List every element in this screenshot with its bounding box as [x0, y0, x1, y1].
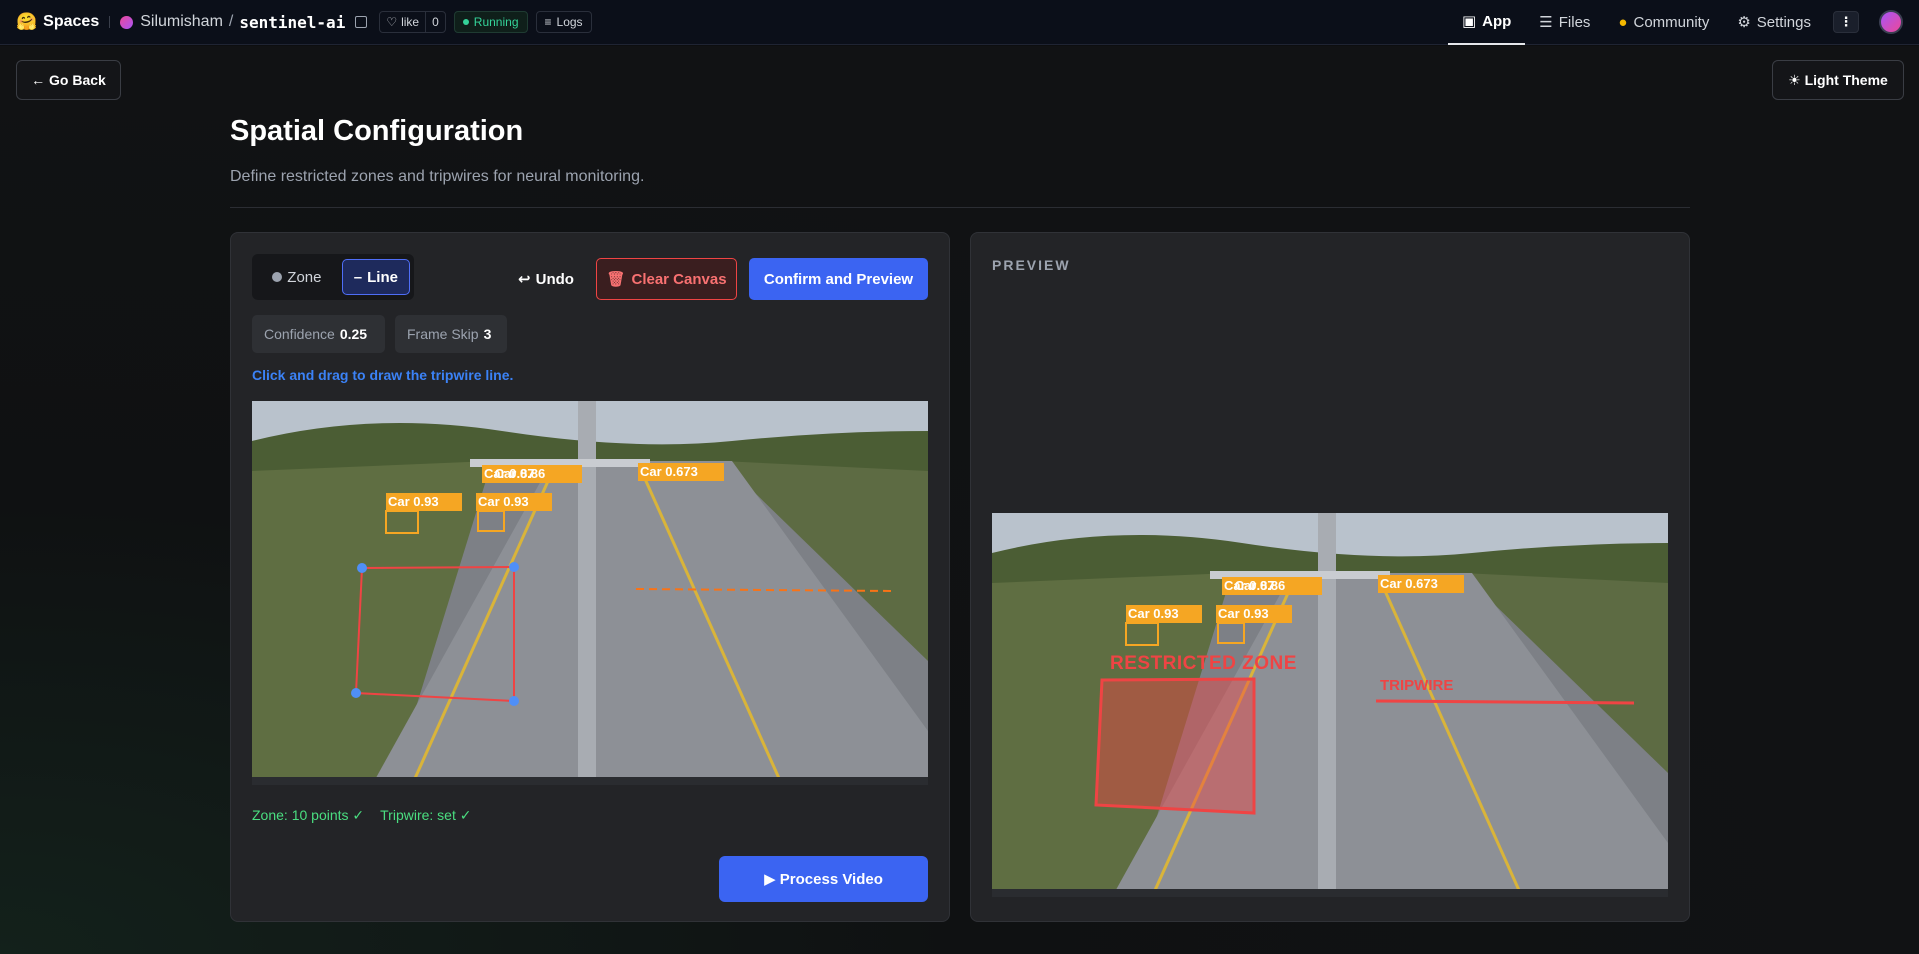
line-mode-button[interactable]: – Line	[341, 259, 410, 295]
detection-label: Car 0.673	[1380, 576, 1438, 591]
tripwire-status: Tripwire: set ✓	[380, 807, 472, 823]
tripwire-label: TRIPWIRE	[1380, 677, 1454, 694]
undo-label: Undo	[535, 270, 574, 288]
like-label: like	[401, 15, 420, 29]
top-navbar: 🤗 Spaces Silumisham / sentinel-ai ♡ like …	[0, 0, 1919, 45]
zone-mode-label: Zone	[287, 268, 322, 286]
highway-frame	[992, 513, 1668, 897]
running-status-badge[interactable]: Running	[453, 11, 528, 33]
tab-app[interactable]: ▣ App	[1447, 0, 1526, 45]
tab-files-label: Files	[1558, 13, 1591, 31]
files-icon: ☰	[1539, 14, 1553, 31]
confidence-label: Confidence	[264, 326, 335, 342]
confidence-chip[interactable]: Confidence 0.25	[252, 315, 385, 353]
detection-label: Car 0.93	[1218, 606, 1269, 621]
divider	[230, 207, 1690, 208]
repo-link[interactable]: sentinel-ai	[239, 13, 345, 32]
preview-frame: Car 0.93 Car 0.93 Car 0.87Car 0.86 Car 0…	[992, 513, 1668, 897]
frame-skip-chip[interactable]: Frame Skip 3	[395, 315, 507, 353]
drawing-canvas[interactable]: Car 0.93 Car 0.93 Car 0.87Car 0.86 Car 0…	[252, 401, 928, 785]
logs-icon: ≡	[544, 15, 552, 29]
zone-status: Zone: 10 points ✓	[252, 807, 365, 823]
owner-avatar	[120, 15, 134, 29]
tripwire-line[interactable]	[635, 588, 895, 592]
detection-label: Car 0.93	[478, 494, 529, 509]
configuration-panel: Zone – Line ↩ Undo 🗑 Clear Canvas Confir…	[230, 232, 950, 922]
tab-settings[interactable]: ⚙ Settings	[1723, 0, 1825, 45]
heart-icon: ♡	[386, 15, 398, 29]
tab-app-label: App	[1482, 12, 1512, 30]
line-icon: –	[353, 268, 363, 286]
undo-icon: ↩	[518, 271, 531, 288]
tab-files[interactable]: ☰ Files	[1525, 0, 1604, 45]
frame-skip-value: 3	[483, 326, 492, 342]
repo-path: Silumisham / sentinel-ai	[120, 13, 368, 32]
undo-button[interactable]: ↩ Undo	[501, 259, 591, 299]
detection-label: Car 0.673	[640, 464, 698, 479]
path-separator: /	[228, 13, 234, 30]
tripwire-overlay	[1375, 699, 1635, 705]
restricted-zone-label: RESTRICTED ZONE	[1110, 653, 1297, 674]
cube-icon: ▣	[1461, 13, 1477, 30]
copy-icon[interactable]	[355, 16, 368, 28]
confidence-value: 0.25	[339, 326, 368, 342]
status-dot-icon	[462, 19, 469, 25]
tab-community-label: Community	[1633, 13, 1710, 31]
community-icon: ●	[1618, 13, 1628, 31]
detection-label: Car 0.87Car 0.86	[1224, 578, 1286, 593]
hexagon-icon	[272, 272, 283, 282]
detection-label: Car 0.87Car 0.86	[484, 466, 546, 481]
detection-label: Car 0.93	[388, 494, 439, 509]
canvas-overlay	[351, 463, 895, 706]
page-title: Spatial Configuration	[230, 115, 524, 147]
light-theme-button[interactable]: ☀ Light Theme	[1772, 60, 1904, 100]
go-back-button[interactable]: ← Go Back	[16, 60, 121, 100]
process-video-button[interactable]: ▶ Process Video	[719, 856, 928, 902]
drawing-hint: Click and drag to draw the tripwire line…	[252, 367, 514, 383]
like-count: 0	[432, 15, 439, 29]
owner-link[interactable]: Silumisham	[140, 13, 223, 31]
zone-mode-button[interactable]: Zone	[256, 259, 338, 295]
status-label: Running	[473, 15, 519, 29]
preview-heading: PREVIEW	[992, 257, 1071, 273]
space-tabs: ▣ App ☰ Files ● Community ⚙ Settings ⋮	[1447, 0, 1903, 45]
zone-polygon	[354, 565, 515, 703]
logs-button[interactable]: ≡ Logs	[535, 11, 592, 33]
logs-label: Logs	[556, 15, 583, 29]
clear-canvas-label: Clear Canvas	[631, 270, 727, 288]
detection-label: Car 0.93	[1128, 606, 1179, 621]
brand-label: Spaces	[43, 13, 100, 30]
zone-handle[interactable]	[357, 563, 367, 573]
divider	[109, 16, 111, 28]
spaces-brand[interactable]: 🤗 Spaces	[16, 12, 99, 32]
restricted-zone-overlay	[1094, 677, 1256, 815]
config-status: Zone: 10 points ✓ Tripwire: set ✓	[252, 807, 471, 824]
gear-icon: ⚙	[1737, 14, 1751, 31]
hugging-face-icon: 🤗	[16, 12, 38, 31]
more-options-button[interactable]: ⋮	[1833, 11, 1859, 33]
zone-handle[interactable]	[509, 696, 519, 706]
trash-icon: 🗑	[606, 271, 626, 288]
frame-skip-label: Frame Skip	[407, 326, 479, 342]
zone-handle[interactable]	[509, 562, 519, 572]
confirm-preview-button[interactable]: Confirm and Preview	[749, 258, 928, 300]
user-avatar[interactable]	[1879, 10, 1903, 34]
like-button[interactable]: ♡ like 0	[379, 11, 446, 33]
tab-community[interactable]: ● Community	[1604, 0, 1723, 45]
zone-handle[interactable]	[351, 688, 361, 698]
tab-settings-label: Settings	[1756, 13, 1811, 31]
preview-panel: PREVIEW Car 0.93 Car 0.93 Car 0.87Car 0.…	[970, 232, 1690, 922]
clear-canvas-button[interactable]: 🗑 Clear Canvas	[596, 258, 737, 300]
page-subtitle: Define restricted zones and tripwires fo…	[230, 168, 645, 185]
mode-toggle: Zone – Line	[252, 254, 414, 300]
line-mode-label: Line	[367, 268, 398, 286]
